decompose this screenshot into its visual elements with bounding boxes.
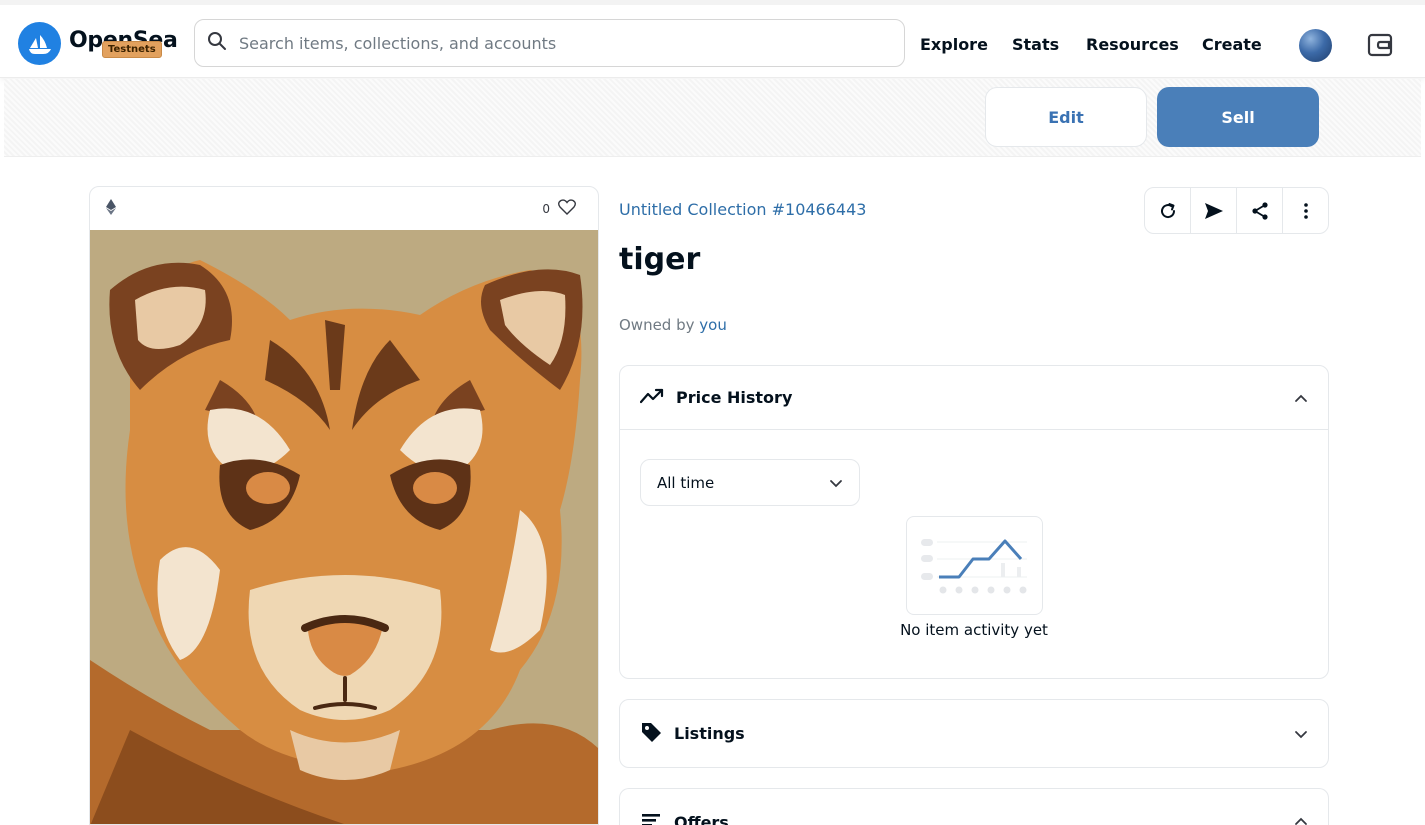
image-card-header: 0 — [90, 187, 598, 230]
refresh-icon[interactable] — [1145, 188, 1191, 233]
heart-icon[interactable] — [558, 199, 576, 218]
ethereum-icon — [106, 198, 116, 219]
testnets-badge: Testnets — [102, 41, 162, 58]
listings-title: Listings — [674, 724, 745, 743]
empty-activity-text: No item activity yet — [900, 621, 1048, 639]
price-history-panel: Price History All time No item activity … — [619, 365, 1329, 679]
share-icon[interactable] — [1237, 188, 1283, 233]
opensea-logo-icon — [18, 22, 61, 65]
trend-line-icon — [639, 388, 664, 408]
list-icon — [640, 811, 662, 825]
item-image-card: 0 — [89, 186, 599, 825]
profile-avatar[interactable] — [1299, 29, 1332, 62]
nav-create[interactable]: Create — [1202, 35, 1262, 54]
tiger-artwork[interactable] — [90, 230, 598, 824]
search-input[interactable] — [239, 33, 879, 53]
search-bar[interactable] — [194, 19, 905, 67]
send-icon[interactable] — [1191, 188, 1237, 233]
listings-panel: Listings — [619, 699, 1329, 768]
item-toolbar — [1144, 187, 1329, 234]
edit-button[interactable]: Edit — [985, 87, 1147, 147]
collection-link[interactable]: Untitled Collection #10466443 — [619, 200, 866, 219]
owner-prefix: Owned by — [619, 316, 695, 334]
price-history-header[interactable]: Price History — [620, 366, 1328, 430]
owner-line: Owned by you — [619, 316, 727, 334]
offers-header[interactable]: Offers — [620, 789, 1328, 825]
chevron-down-icon[interactable] — [1294, 724, 1308, 743]
price-history-title: Price History — [676, 388, 793, 407]
time-range-select[interactable]: All time — [640, 459, 860, 506]
empty-chart-illustration — [906, 516, 1043, 615]
nav-explore[interactable]: Explore — [920, 35, 988, 54]
sell-button[interactable]: Sell — [1157, 87, 1319, 147]
more-icon[interactable] — [1283, 188, 1328, 233]
nav-stats[interactable]: Stats — [1012, 35, 1059, 54]
offers-title: Offers — [674, 812, 729, 825]
time-range-value: All time — [657, 473, 715, 492]
offers-panel: Offers — [619, 788, 1329, 825]
top-navbar: OpenSea Testnets Explore Stats Resources… — [0, 0, 1425, 78]
tag-icon — [640, 721, 662, 747]
chevron-down-icon — [829, 474, 843, 492]
wallet-icon[interactable] — [1366, 31, 1394, 63]
listings-header[interactable]: Listings — [620, 700, 1328, 767]
favorite-control[interactable]: 0 — [542, 199, 584, 218]
chevron-up-icon[interactable] — [1294, 388, 1308, 407]
chevron-up-icon[interactable] — [1294, 811, 1308, 825]
item-title: tiger — [619, 242, 701, 277]
search-icon — [207, 31, 227, 55]
owner-link[interactable]: you — [699, 316, 727, 334]
nav-resources[interactable]: Resources — [1086, 35, 1179, 54]
favorites-count: 0 — [542, 201, 550, 216]
